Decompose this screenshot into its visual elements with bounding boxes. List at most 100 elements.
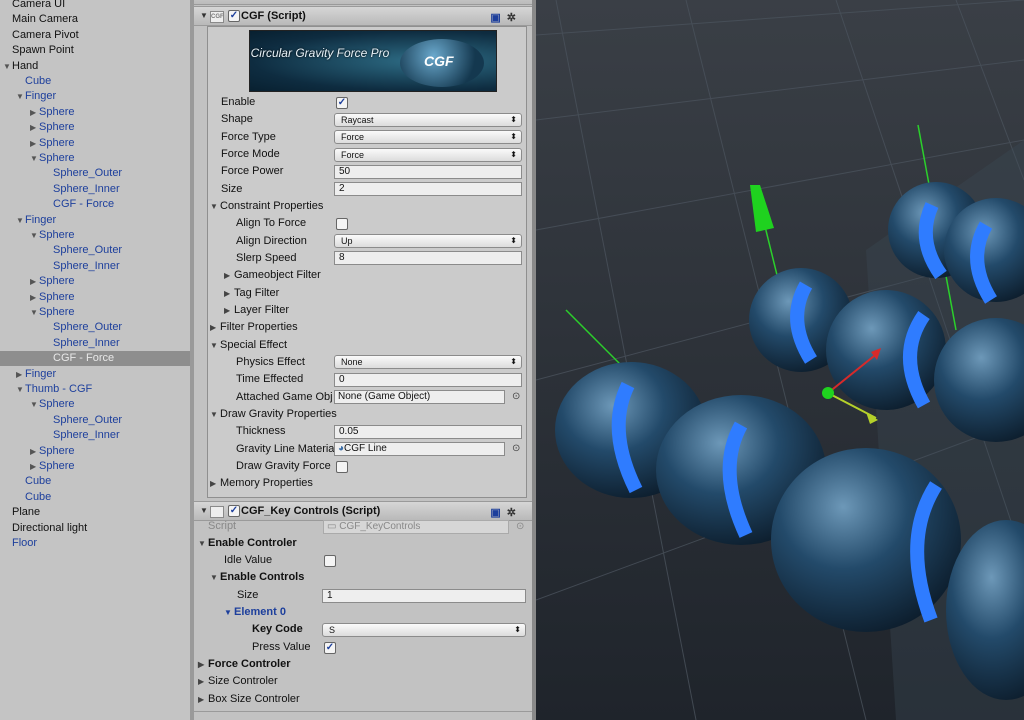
hierarchy-item[interactable]: CGF - Force: [0, 351, 190, 367]
hierarchy-item[interactable]: CGF - Force: [0, 197, 190, 212]
align-to-force-checkbox[interactable]: [336, 218, 348, 230]
gameobject-filter-foldout[interactable]: ▶ Gameobject Filter: [224, 268, 321, 283]
hierarchy-item[interactable]: ▼Sphere: [0, 305, 190, 320]
gravity-line-material-field[interactable]: ◕CGF Line: [334, 442, 505, 456]
align-direction-dropdown[interactable]: Up ⬍: [334, 234, 522, 248]
expand-arrow-open-icon[interactable]: ▼: [16, 89, 25, 104]
object-picker-icon[interactable]: ⊙: [512, 443, 520, 454]
idle-value-checkbox[interactable]: [324, 555, 336, 567]
memory-properties-foldout[interactable]: ▶ Memory Properties: [210, 476, 313, 491]
hierarchy-item[interactable]: Camera Pivot: [0, 28, 190, 43]
cgf-enabled-checkbox[interactable]: ✓: [228, 10, 240, 22]
expand-arrow-open-icon[interactable]: ▼: [30, 228, 39, 243]
expand-arrow-open-icon[interactable]: ▼: [30, 151, 39, 166]
hierarchy-item[interactable]: ▶ Finger: [0, 367, 190, 382]
hierarchy-item[interactable]: Plane: [0, 505, 190, 520]
expand-arrow-closed-icon[interactable]: ▶: [30, 459, 39, 474]
force-controler-foldout[interactable]: ▶ Force Controler: [198, 657, 291, 672]
hierarchy-item[interactable]: Floor: [0, 536, 190, 551]
hierarchy-item[interactable]: ▼Finger: [0, 89, 190, 104]
hierarchy-item[interactable]: ▶ Sphere: [0, 274, 190, 289]
expand-arrow-closed-icon[interactable]: ▶: [30, 136, 39, 151]
expand-arrow-open-icon[interactable]: ▼: [3, 59, 12, 74]
expand-arrow-closed-icon[interactable]: ▶: [16, 367, 25, 382]
filter-properties-foldout[interactable]: ▶ Filter Properties: [210, 320, 298, 335]
hierarchy-item[interactable]: Directional light: [0, 521, 190, 536]
shape-dropdown[interactable]: Raycast ⬍: [334, 113, 522, 127]
expand-arrow-open-icon[interactable]: ▼: [16, 382, 25, 397]
gear-icon[interactable]: ✲: [507, 12, 522, 24]
expand-arrow-open-icon[interactable]: ▼: [30, 397, 39, 412]
slerp-speed-field[interactable]: 8: [334, 251, 522, 265]
gear-icon[interactable]: ✲: [507, 507, 522, 519]
key-controls-component-header[interactable]: ▼ ✓ CGF_Key Controls (Script) ▣✲: [194, 501, 532, 521]
element-0-foldout[interactable]: ▼ Element 0: [224, 605, 286, 620]
force-mode-dropdown[interactable]: Force ⬍: [334, 148, 522, 162]
array-size-field[interactable]: 1: [322, 589, 526, 603]
expand-arrow-closed-icon[interactable]: ▶: [30, 105, 39, 120]
help-book-icon[interactable]: ▣: [490, 507, 506, 519]
hierarchy-item[interactable]: ▶ Sphere: [0, 290, 190, 305]
hierarchy-item[interactable]: ▶ Sphere: [0, 136, 190, 151]
key-code-dropdown[interactable]: S ⬍: [322, 623, 526, 637]
hierarchy-item[interactable]: ▼Sphere: [0, 397, 190, 412]
hierarchy-item[interactable]: ▼Thumb - CGF: [0, 382, 190, 397]
hierarchy-item[interactable]: Sphere_Outer: [0, 166, 190, 181]
time-effected-field[interactable]: 0: [334, 373, 522, 387]
hierarchy-item[interactable]: Sphere_Inner: [0, 259, 190, 274]
hierarchy-item[interactable]: ▶ Sphere: [0, 105, 190, 120]
special-effect-foldout[interactable]: ▼ Special Effect: [210, 338, 287, 353]
hierarchy-item[interactable]: ▶ Sphere: [0, 459, 190, 474]
force-power-field[interactable]: 50: [334, 165, 522, 179]
enable-checkbox[interactable]: ✓: [336, 97, 348, 109]
hierarchy-item[interactable]: ▼Hand: [0, 59, 190, 74]
hierarchy-item[interactable]: Main Camera: [0, 12, 190, 27]
help-book-icon[interactable]: ▣: [490, 12, 506, 24]
expand-arrow-open-icon[interactable]: ▼: [16, 213, 25, 228]
collapse-arrow-icon[interactable]: ▼: [200, 502, 208, 520]
enable-controls-foldout[interactable]: ▼ Enable Controls: [210, 570, 304, 585]
hierarchy-item[interactable]: Sphere_Inner: [0, 182, 190, 197]
expand-arrow-closed-icon[interactable]: ▶: [30, 444, 39, 459]
expand-arrow-closed-icon[interactable]: ▶: [30, 290, 39, 305]
hierarchy-item[interactable]: ▶ Sphere: [0, 120, 190, 135]
size-field[interactable]: 2: [334, 182, 522, 196]
cgf-component-header[interactable]: ▼ CGF ✓ CGF (Script) ▣✲: [194, 6, 532, 26]
scene-view[interactable]: [536, 0, 1024, 720]
expand-arrow-closed-icon[interactable]: ▶: [30, 274, 39, 289]
draw-gravity-force-checkbox[interactable]: [336, 461, 348, 473]
hierarchy-item[interactable]: ▶ Sphere: [0, 444, 190, 459]
banner-title: Circular Gravity Force Pro: [250, 46, 390, 60]
box-size-controler-foldout[interactable]: ▶ Box Size Controler: [198, 692, 300, 707]
hierarchy-item[interactable]: ▼Sphere: [0, 151, 190, 166]
hierarchy-item[interactable]: Sphere_Outer: [0, 320, 190, 335]
scene-viewport[interactable]: [536, 0, 1024, 720]
hierarchy-item[interactable]: Cube: [0, 490, 190, 505]
attached-game-obj-field[interactable]: None (Game Object): [334, 390, 505, 404]
hierarchy-item[interactable]: Spawn Point: [0, 43, 190, 58]
hierarchy-item[interactable]: Sphere_Inner: [0, 336, 190, 351]
press-value-checkbox[interactable]: ✓: [324, 642, 336, 654]
hierarchy-item[interactable]: Sphere_Inner: [0, 428, 190, 443]
size-controler-foldout[interactable]: ▶ Size Controler: [198, 674, 278, 689]
hierarchy-item[interactable]: Camera UI: [0, 0, 190, 12]
hierarchy-item[interactable]: Sphere_Outer: [0, 413, 190, 428]
expand-arrow-closed-icon[interactable]: ▶: [30, 120, 39, 135]
layer-filter-foldout[interactable]: ▶ Layer Filter: [224, 303, 289, 318]
constraint-foldout[interactable]: ▼ Constraint Properties: [210, 199, 323, 214]
key-controls-enabled-checkbox[interactable]: ✓: [228, 505, 240, 517]
hierarchy-item[interactable]: Cube: [0, 474, 190, 489]
expand-arrow-open-icon[interactable]: ▼: [30, 305, 39, 320]
hierarchy-item[interactable]: ▼Finger: [0, 213, 190, 228]
draw-gravity-foldout[interactable]: ▼ Draw Gravity Properties: [210, 407, 337, 422]
hierarchy-item[interactable]: Sphere_Outer: [0, 243, 190, 258]
force-type-dropdown[interactable]: Force ⬍: [334, 130, 522, 144]
physics-effect-dropdown[interactable]: None ⬍: [334, 355, 522, 369]
tag-filter-foldout[interactable]: ▶ Tag Filter: [224, 286, 279, 301]
hierarchy-item[interactable]: Cube: [0, 74, 190, 89]
object-picker-icon[interactable]: ⊙: [512, 391, 520, 402]
collapse-arrow-icon[interactable]: ▼: [200, 7, 208, 25]
enable-controler-foldout[interactable]: ▼ Enable Controler: [198, 536, 297, 551]
hierarchy-item[interactable]: ▼Sphere: [0, 228, 190, 243]
thickness-field[interactable]: 0.05: [334, 425, 522, 439]
